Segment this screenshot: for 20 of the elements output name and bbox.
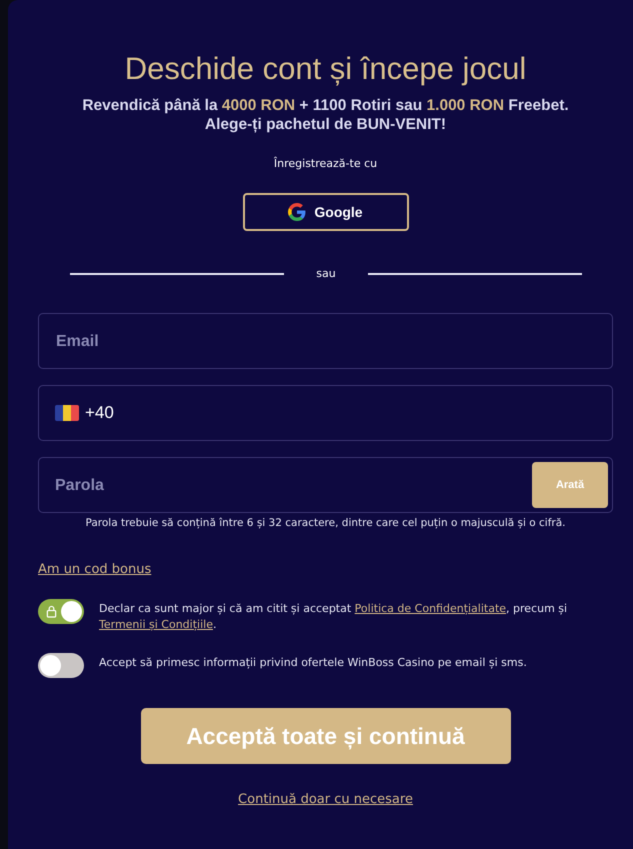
- google-button[interactable]: Google: [242, 193, 408, 231]
- password-hint: Parola trebuie să conțină între 6 și 32 caractere, dintre care cel puțin o majusculă și o cifră.: [84, 516, 566, 530]
- toggle-switch[interactable]: [38, 653, 84, 678]
- google-icon: [288, 203, 306, 221]
- promo-text: Alege-ți pachetul de BUN-VENIT!: [204, 115, 446, 134]
- email-field[interactable]: Email: [38, 313, 613, 369]
- continue-necessary-link[interactable]: Continuă doar cu necesare: [238, 792, 413, 807]
- promo-text: Revendică până la 4000 RON + 1100 Rotiri sau 1.000 RON Freebet.: [82, 96, 569, 115]
- toggle-switch[interactable]: [38, 599, 84, 624]
- register-label: Înregistrează-te cu: [274, 157, 378, 171]
- bonus-code-link[interactable]: Am un cod bonus: [38, 562, 152, 577]
- divider-label: sau: [315, 267, 337, 281]
- terms-link[interactable]: Termenii și Condițiile: [99, 618, 213, 631]
- consent-text: Declar ca sunt major și că am citit și acceptat Politica de Confidențialitate, precum și Termenii și Condițiile.: [99, 601, 568, 633]
- phone-field[interactable]: +40: [38, 385, 613, 441]
- flag-icon: [55, 405, 79, 421]
- terms-link[interactable]: Politica de Confidențialitate: [354, 602, 506, 615]
- consent-text: Accept să primesc informații privind ofertele WinBoss Casino pe email și sms.: [99, 655, 527, 671]
- phone-prefix: +40: [85, 403, 115, 423]
- modal-title: Deschide cont și începe jocul: [124, 50, 528, 88]
